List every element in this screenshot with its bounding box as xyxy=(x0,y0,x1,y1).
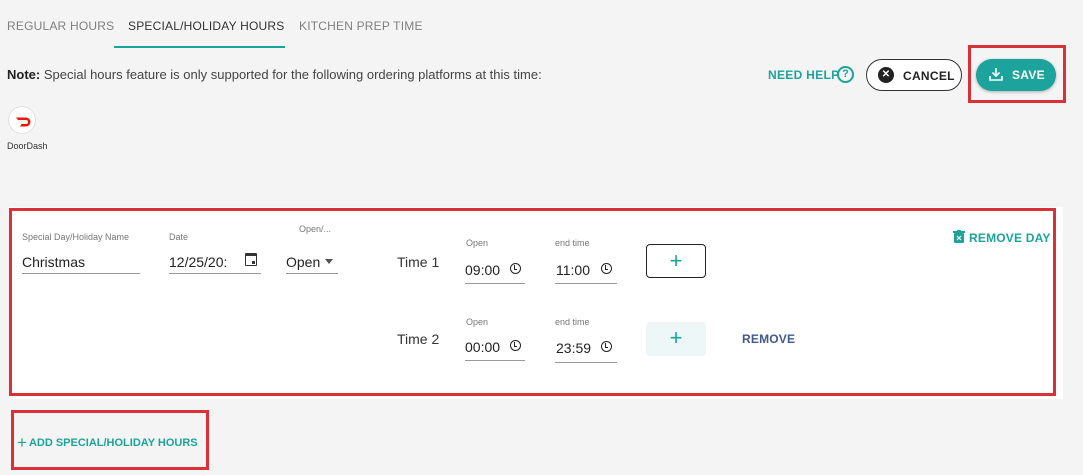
time-2-open-underline xyxy=(465,360,525,361)
time-1-open-underline xyxy=(465,283,525,284)
time-1-label: Time 1 xyxy=(397,254,440,270)
date-underline xyxy=(169,273,261,274)
clock-icon[interactable] xyxy=(601,341,612,352)
add-special-hours-button[interactable]: + ADD SPECIAL/HOLIDAY HOURS xyxy=(17,433,198,453)
clock-icon[interactable] xyxy=(601,263,612,274)
remove-time-button[interactable]: REMOVE xyxy=(742,332,795,346)
time-2-end-label: end time xyxy=(555,317,590,327)
remove-day-button[interactable]: REMOVE DAY xyxy=(969,231,1051,245)
time-2-end-underline xyxy=(555,362,617,363)
special-day-highlight-box xyxy=(9,208,1056,396)
doordash-icon xyxy=(16,117,31,127)
clock-icon[interactable] xyxy=(510,340,521,351)
help-icon[interactable]: ? xyxy=(837,66,854,83)
holiday-name-label: Special Day/Holiday Name xyxy=(22,232,130,242)
holiday-name-underline xyxy=(22,273,140,274)
add-time-button[interactable]: + xyxy=(646,244,706,278)
close-circle-icon: ✕ xyxy=(878,67,894,83)
time-1-end-input[interactable]: 11:00 xyxy=(556,262,590,278)
note-prefix: Note: xyxy=(7,67,41,82)
download-icon xyxy=(989,68,1003,81)
doordash-label: DoorDash xyxy=(7,141,48,151)
date-label: Date xyxy=(169,232,189,242)
need-help-link[interactable]: NEED HELP xyxy=(768,68,839,82)
add-special-hours-label: ADD SPECIAL/HOLIDAY HOURS xyxy=(28,437,198,449)
time-2-label: Time 2 xyxy=(397,331,440,347)
cancel-button[interactable]: ✕ CANCEL xyxy=(866,59,962,91)
chevron-down-icon[interactable] xyxy=(325,259,333,264)
clock-icon[interactable] xyxy=(510,263,521,274)
plus-icon: + xyxy=(17,433,27,452)
tab-bar: REGULAR HOURS SPECIAL/HOLIDAY HOURS KITC… xyxy=(0,0,1083,50)
tab-regular-hours[interactable]: REGULAR HOURS xyxy=(7,19,114,33)
time-1-open-input[interactable]: 09:00 xyxy=(465,262,500,278)
tab-special-holiday-hours[interactable]: SPECIAL/HOLIDAY HOURS xyxy=(128,19,284,33)
tab-kitchen-prep-time[interactable]: KITCHEN PREP TIME xyxy=(299,19,423,33)
time-1-end-underline xyxy=(555,283,617,284)
time-2-end-input[interactable]: 23:59 xyxy=(556,340,591,356)
open-status-label: Open/... xyxy=(299,224,332,234)
save-button[interactable]: SAVE xyxy=(976,59,1056,91)
save-button-label: SAVE xyxy=(1012,68,1045,82)
time-1-open-label: Open xyxy=(466,238,489,248)
cancel-button-label: CANCEL xyxy=(903,69,955,83)
open-status-select[interactable]: Open xyxy=(286,254,320,270)
add-time-button[interactable]: + xyxy=(646,322,706,356)
trash-icon[interactable] xyxy=(953,230,965,244)
note-text: Special hours feature is only supported … xyxy=(40,67,542,82)
doordash-logo xyxy=(8,106,36,134)
time-2-open-input[interactable]: 00:00 xyxy=(465,339,500,355)
time-2-open-label: Open xyxy=(466,317,489,327)
platform-note: Note: Special hours feature is only supp… xyxy=(7,67,542,82)
holiday-name-input[interactable]: Christmas xyxy=(22,254,85,270)
open-status-underline xyxy=(286,273,338,274)
date-input[interactable]: 12/25/20: xyxy=(169,254,227,270)
active-tab-indicator xyxy=(114,46,285,48)
calendar-icon[interactable] xyxy=(245,253,257,266)
time-1-end-label: end time xyxy=(555,238,590,248)
